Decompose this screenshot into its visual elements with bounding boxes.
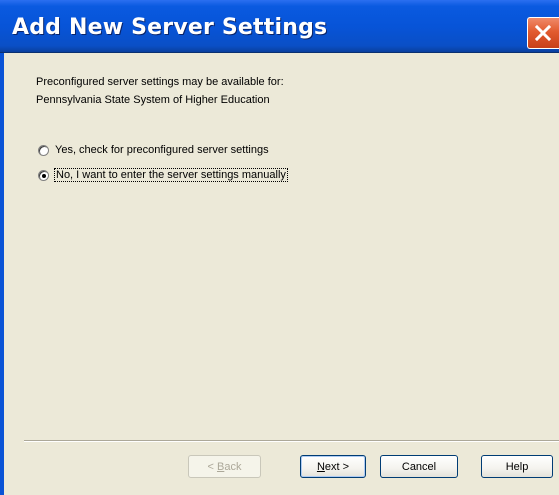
intro-line-1: Preconfigured server settings may be ava… — [36, 76, 284, 88]
cancel-button[interactable]: Cancel — [380, 455, 458, 478]
close-button[interactable] — [527, 17, 559, 49]
radio-button-no[interactable] — [38, 169, 49, 181]
next-button[interactable]: Next > — [300, 455, 366, 478]
back-button[interactable]: < Back — [188, 455, 261, 478]
dialog-body: Preconfigured server settings may be ava… — [0, 53, 559, 495]
back-button-rest: ack — [224, 460, 242, 473]
radio-label-no: No, I want to enter the server settings … — [54, 168, 288, 182]
radio-button-yes[interactable] — [38, 144, 49, 156]
intro-text: Preconfigured server settings may be ava… — [36, 73, 284, 109]
radio-option-no[interactable]: No, I want to enter the server settings … — [38, 167, 288, 183]
title-bar[interactable]: Add New Server Settings — [0, 0, 559, 53]
radio-label-yes: Yes, check for preconfigured server sett… — [55, 144, 269, 156]
back-button-prefix: < — [207, 460, 217, 473]
next-button-rest: ext > — [324, 460, 350, 473]
radio-option-yes[interactable]: Yes, check for preconfigured server sett… — [38, 142, 269, 158]
back-button-mnemonic: B — [217, 460, 225, 473]
next-button-mnemonic: N — [316, 460, 325, 473]
window-title: Add New Server Settings — [12, 15, 328, 40]
help-button[interactable]: Help — [481, 455, 553, 478]
intro-line-2: Pennsylvania State System of Higher Educ… — [36, 94, 270, 106]
close-icon — [534, 24, 552, 42]
button-separator — [24, 440, 559, 442]
